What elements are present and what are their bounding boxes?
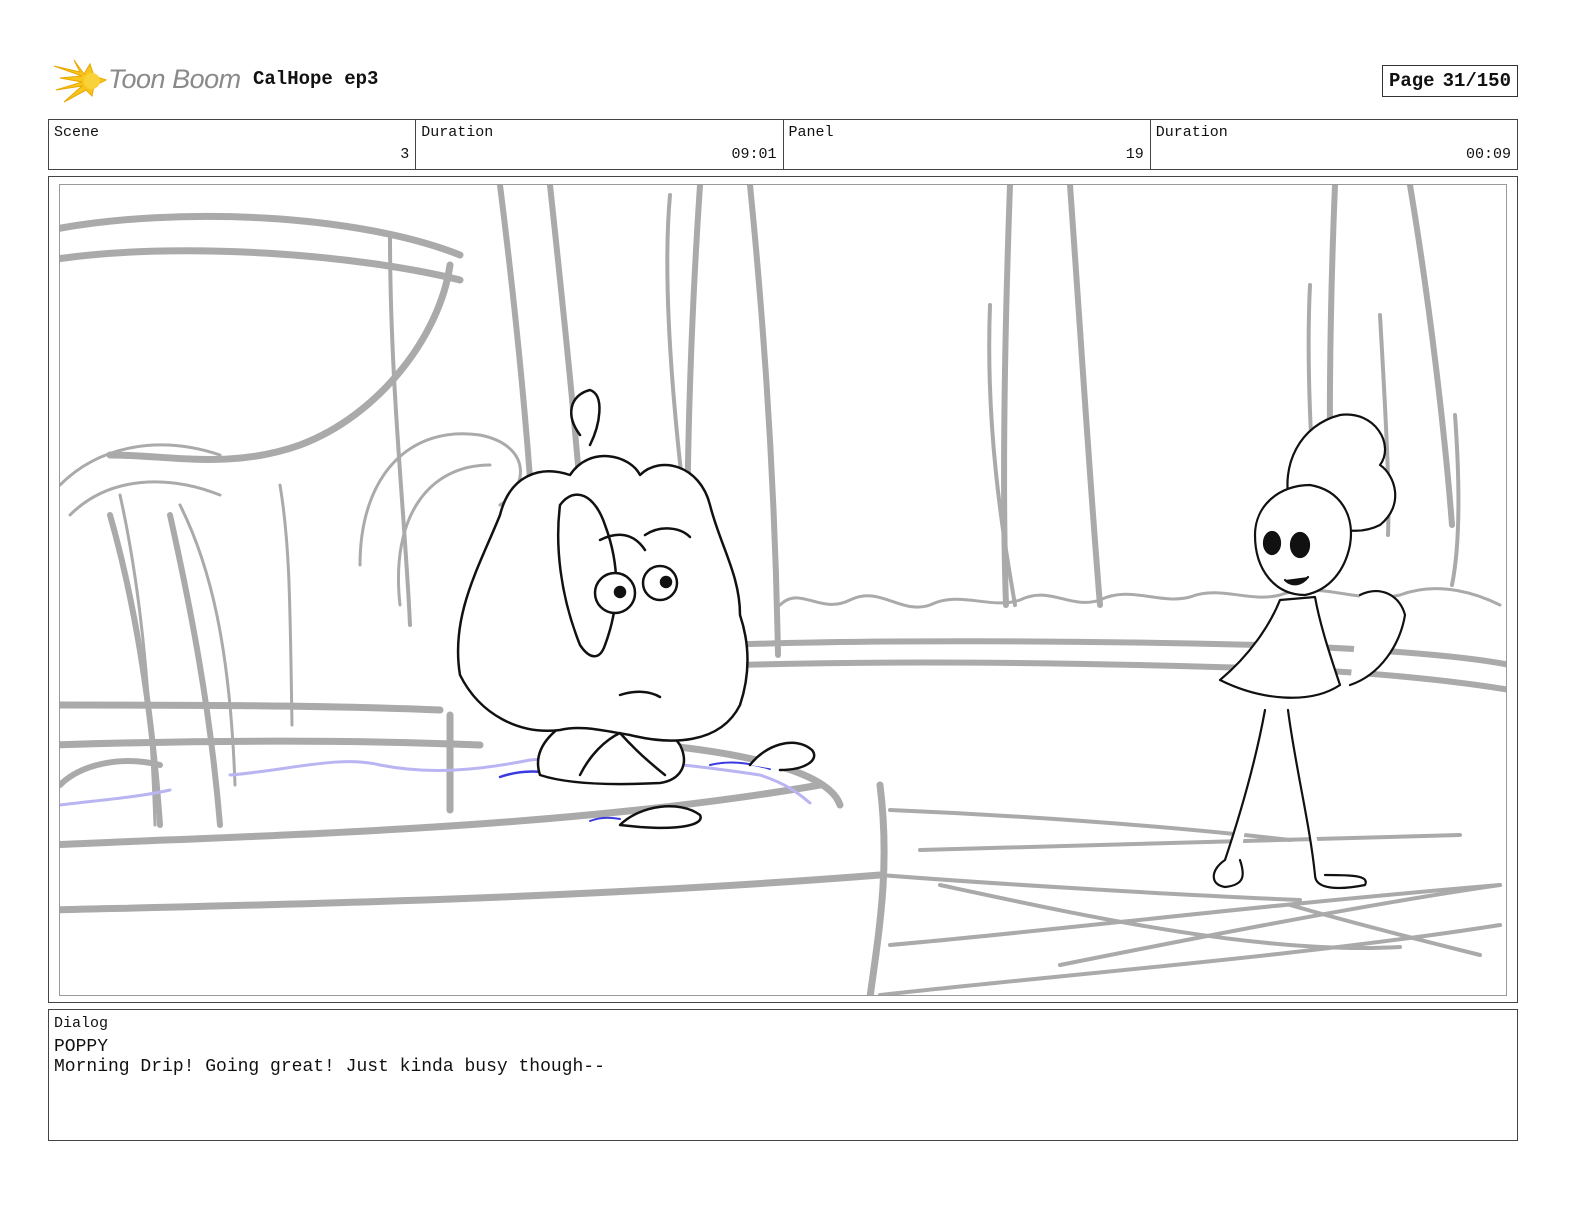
pool-rim-front	[60, 701, 888, 995]
starburst-icon	[53, 59, 108, 103]
fountain-bowl	[60, 212, 464, 463]
dialog-line: Morning Drip! Going great! Just kinda bu…	[54, 1057, 605, 1077]
dialog-character: POPPY	[54, 1037, 109, 1057]
panel-cell: Panel 19	[784, 120, 1151, 169]
panel-safe-area	[59, 184, 1507, 996]
project-title: CalHope ep3	[253, 68, 379, 90]
plaza-tiles	[878, 808, 1502, 995]
pool-water	[60, 756, 812, 822]
dialog-label: Dialog	[54, 1015, 109, 1032]
storyboard-header: Toon Boom CalHope ep3 Page 31/150	[48, 52, 1520, 106]
scene-duration-label: Duration	[421, 124, 494, 141]
toon-boom-logo: Toon Boom	[52, 56, 242, 108]
storyboard-sketch	[60, 185, 1506, 995]
panel-duration-cell: Duration 00:09	[1151, 120, 1517, 169]
page-indicator: Page 31/150	[1381, 65, 1518, 97]
scene-label: Scene	[54, 124, 100, 141]
logo-wordmark: Toon Boom	[108, 64, 241, 94]
panel-info-row: Scene 3 Duration 09:01 Panel 19 Duration…	[48, 119, 1518, 170]
panel-frame	[48, 176, 1518, 1003]
panel-value: 19	[1125, 146, 1144, 163]
panel-label: Panel	[788, 124, 834, 141]
panel-duration-label: Duration	[1155, 124, 1228, 141]
scene-duration-value: 09:01	[731, 146, 777, 163]
scene-value: 3	[400, 146, 410, 163]
dialog-box: Dialog POPPY Morning Drip! Going great! …	[48, 1009, 1518, 1141]
page-label: Page	[1388, 70, 1435, 92]
fountain-pipe	[60, 512, 223, 828]
panel-duration-value: 00:09	[1465, 146, 1511, 163]
scene-duration-cell: Duration 09:01	[416, 120, 784, 169]
page-number: 31/150	[1442, 70, 1511, 92]
scene-cell: Scene 3	[49, 120, 417, 169]
poppy-character	[1212, 413, 1407, 890]
